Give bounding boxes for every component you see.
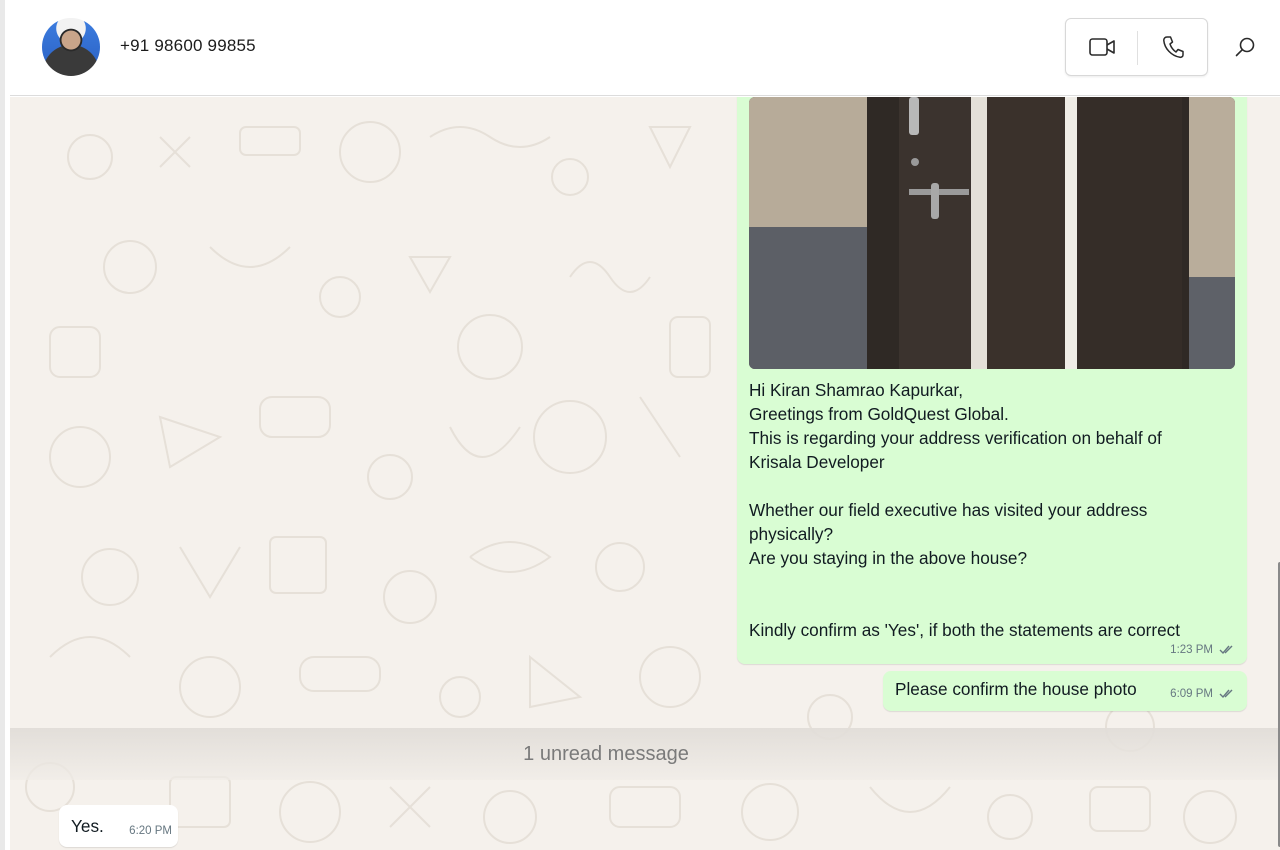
message-time: 6:20 PM — [129, 825, 172, 837]
chat-pane[interactable]: Hi Kiran Shamrao Kapurkar, Greetings fro… — [10, 97, 1280, 850]
video-camera-icon — [1088, 38, 1115, 56]
message-text: Yes. — [71, 816, 104, 836]
contact-avatar[interactable] — [42, 18, 100, 76]
unread-divider: 1 unread message — [10, 728, 1280, 780]
message-meta: 6:09 PM — [1170, 688, 1235, 700]
incoming-message-bubble[interactable]: Yes. 6:20 PM — [59, 805, 178, 847]
door-photo-image — [749, 97, 1235, 369]
message-text: Hi Kiran Shamrao Kapurkar, Greetings fro… — [749, 380, 1181, 640]
outgoing-message-bubble[interactable]: Hi Kiran Shamrao Kapurkar, Greetings fro… — [737, 97, 1247, 664]
video-call-button[interactable] — [1066, 19, 1137, 75]
contact-name[interactable]: +91 98600 99855 — [120, 36, 256, 56]
double-check-icon — [1219, 689, 1233, 699]
message-meta: 1:23 PM — [1170, 644, 1235, 656]
search-button[interactable] — [1228, 30, 1262, 64]
double-check-icon — [1219, 645, 1233, 655]
voice-call-button[interactable] — [1138, 19, 1208, 75]
chat-header: +91 98600 99855 — [10, 0, 1280, 96]
message-text: Please confirm the house photo — [895, 679, 1137, 699]
unread-divider-label: 1 unread message — [523, 742, 689, 765]
house-photo[interactable] — [749, 97, 1235, 369]
message-meta: 6:20 PM — [129, 825, 172, 837]
whatsapp-window: +91 98600 99855 Hi Kiran Shamrao Kapurka… — [0, 0, 1280, 850]
phone-icon — [1163, 36, 1184, 59]
search-icon — [1235, 37, 1255, 57]
outgoing-message-bubble[interactable]: Please confirm the house photo 6:09 PM — [883, 671, 1247, 711]
message-time: 6:09 PM — [1170, 688, 1213, 700]
call-button-group — [1065, 18, 1208, 76]
message-time: 1:23 PM — [1170, 644, 1213, 656]
